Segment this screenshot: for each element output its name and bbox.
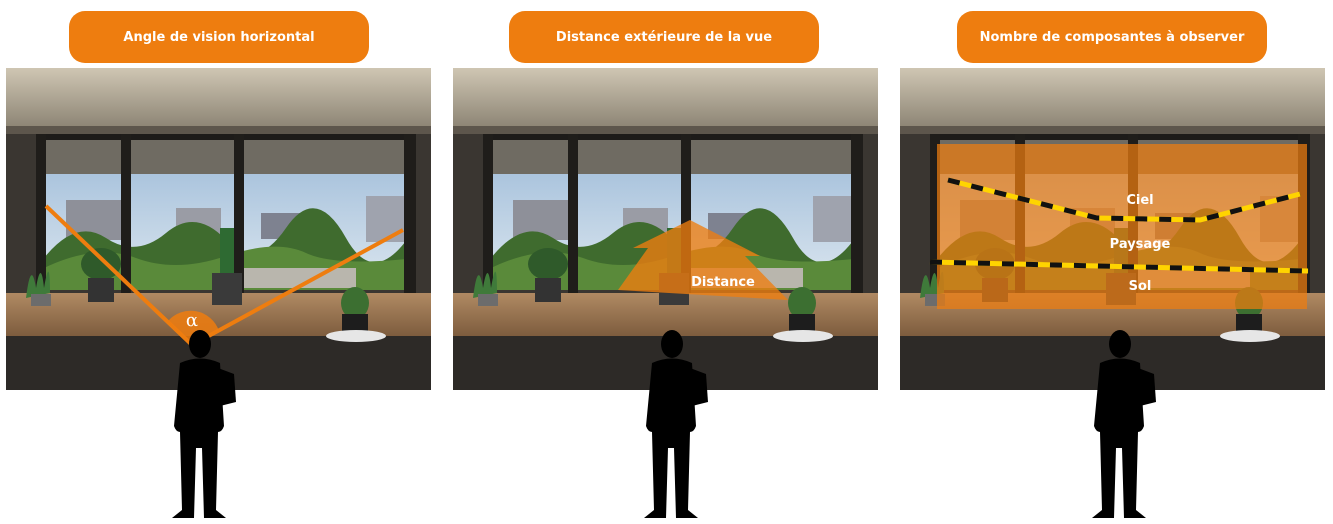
- distance-label: Distance: [691, 275, 755, 290]
- landscape-label: Paysage: [1110, 237, 1171, 252]
- ground-label: Sol: [1129, 279, 1152, 294]
- panel-2-title: Distance extérieure de la vue: [509, 11, 819, 63]
- panel-3-title: Nombre de composantes à observer: [957, 11, 1267, 63]
- sky-label: Ciel: [1126, 193, 1153, 208]
- panel-1-title: Angle de vision horizontal: [69, 11, 369, 63]
- view-layers-overlay: [937, 144, 1307, 309]
- person-silhouette-icon: [158, 328, 238, 520]
- person-silhouette-icon: [630, 328, 710, 520]
- person-silhouette-icon: [1078, 328, 1158, 520]
